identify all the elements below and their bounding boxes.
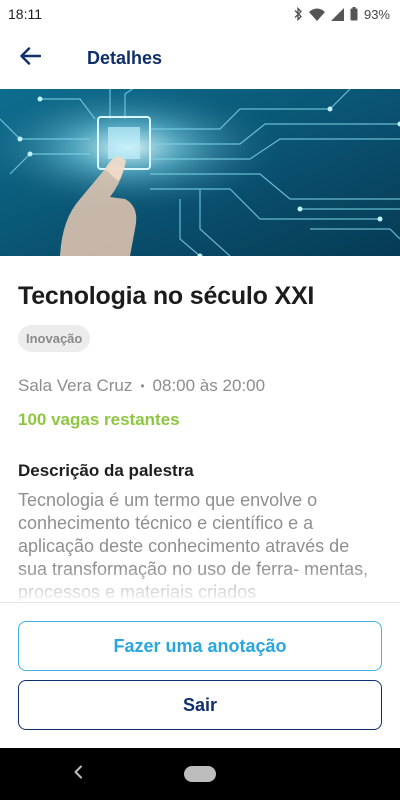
battery-percent: 93%	[363, 6, 390, 22]
status-time: 18:11	[8, 6, 42, 22]
system-nav-bar	[0, 748, 400, 800]
category-tag: Inovação	[18, 325, 91, 352]
event-title: Tecnologia no século XXI	[18, 282, 315, 310]
wifi-icon	[308, 8, 325, 21]
chevron-left-icon	[73, 765, 83, 784]
system-back-button[interactable]	[68, 762, 88, 786]
hero-image	[0, 89, 400, 256]
battery-icon	[350, 7, 358, 21]
event-room: Sala Vera Cruz	[18, 376, 133, 395]
make-note-button[interactable]: Fazer uma anotação	[18, 621, 382, 671]
page-title: Detalhes	[87, 47, 163, 68]
signal-icon	[330, 7, 344, 21]
status-icons: 93%	[293, 7, 390, 22]
exit-button[interactable]: Sair	[18, 680, 382, 730]
event-meta: Sala Vera Cruz • 08:00 às 20:00	[18, 376, 382, 396]
status-bar: 18:11 93%	[0, 0, 400, 28]
action-panel: Fazer uma anotação Sair	[0, 602, 400, 748]
app-bar: Detalhes	[0, 28, 400, 88]
event-time: 08:00 às 20:00	[152, 376, 266, 395]
scroll-fade	[0, 568, 400, 604]
back-button[interactable]	[0, 28, 60, 88]
description-heading: Descrição da palestra	[18, 461, 194, 480]
meta-separator: •	[140, 379, 145, 393]
bluetooth-icon	[293, 7, 303, 21]
event-details: Tecnologia no século XXI Inovação Sala V…	[18, 256, 382, 601]
system-home-button[interactable]	[184, 766, 216, 782]
vacancies-remaining: 100 vagas restantes	[18, 410, 180, 429]
arrow-left-icon	[19, 46, 42, 70]
